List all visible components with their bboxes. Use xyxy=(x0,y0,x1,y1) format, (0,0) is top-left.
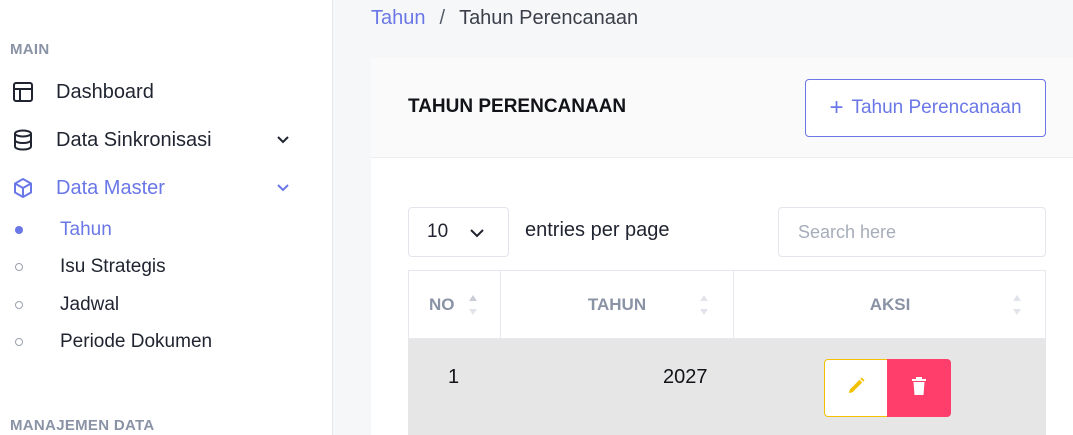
bullet-outline-icon xyxy=(14,300,24,310)
column-header-label: AKSI xyxy=(869,295,911,314)
add-button-label: Tahun Perencanaan xyxy=(851,97,1022,118)
main-card: TAHUN PERENCANAAN + Tahun Perencanaan 10… xyxy=(371,58,1073,435)
section-title-manajemen-data: MANAJEMEN DATA xyxy=(10,417,155,434)
chevron-down-icon xyxy=(274,179,292,197)
column-header-tahun[interactable]: TAHUN xyxy=(500,271,733,339)
sidebar-item-data-sinkronisasi[interactable]: Data Sinkronisasi xyxy=(10,125,300,155)
sidebar-item-label: Data Sinkronisasi xyxy=(56,128,212,151)
card-header: TAHUN PERENCANAAN + Tahun Perencanaan xyxy=(371,58,1073,158)
sort-icon xyxy=(1012,293,1022,317)
sidebar-subitem-tahun[interactable]: Tahun xyxy=(14,216,112,244)
cell-no: 1 xyxy=(448,366,460,388)
bullet-outline-icon xyxy=(14,262,24,272)
sidebar-item-label: Data Master xyxy=(56,176,165,199)
breadcrumb-link-tahun[interactable]: Tahun xyxy=(371,7,426,30)
search-input[interactable] xyxy=(778,207,1046,257)
column-header-aksi[interactable]: AKSI xyxy=(733,271,1046,339)
sidebar-item-dashboard[interactable]: Dashboard xyxy=(10,77,300,107)
entries-label: entries per page xyxy=(525,219,670,241)
plus-icon: + xyxy=(829,94,844,121)
bullet-outline-icon xyxy=(14,337,24,347)
add-tahun-perencanaan-button[interactable]: + Tahun Perencanaan xyxy=(805,79,1046,137)
sidebar-subitem-isu-strategis[interactable]: Isu Strategis xyxy=(14,253,166,281)
bullet-filled-icon xyxy=(14,225,24,235)
database-icon xyxy=(10,127,36,153)
sort-icon xyxy=(468,293,478,317)
column-header-no[interactable]: NO xyxy=(409,271,500,339)
trash-icon xyxy=(910,376,928,401)
table-row: 1 2027 xyxy=(408,339,1046,435)
table-header: NO TAHUN AKSI xyxy=(408,270,1046,339)
sidebar-subitem-label: Tahun xyxy=(60,219,112,240)
column-header-label: TAHUN xyxy=(587,295,647,314)
page-title: TAHUN PERENCANAAN xyxy=(408,96,627,117)
pencil-icon xyxy=(846,376,866,401)
delete-button[interactable] xyxy=(887,359,951,417)
sidebar-subitem-label: Jadwal xyxy=(60,294,120,315)
sidebar-subitem-jadwal[interactable]: Jadwal xyxy=(14,291,119,319)
sidebar-subitem-label: Periode Dokumen xyxy=(60,331,213,352)
sidebar-subitem-label: Isu Strategis xyxy=(60,256,166,277)
entries-per-page-select[interactable]: 10 xyxy=(408,207,509,257)
chevron-down-icon xyxy=(274,131,292,149)
sidebar-item-data-master[interactable]: Data Master xyxy=(10,173,300,203)
breadcrumb-separator: / xyxy=(439,6,446,29)
data-table: NO TAHUN AKSI 1 2027 xyxy=(408,270,1046,435)
section-title-main: MAIN xyxy=(10,41,50,58)
column-header-label: NO xyxy=(429,295,455,314)
sidebar-subitem-periode-dokumen[interactable]: Periode Dokumen xyxy=(14,328,212,356)
edit-button[interactable] xyxy=(824,359,888,417)
cube-icon xyxy=(10,175,36,201)
layout-icon xyxy=(10,79,36,105)
sidebar: MAIN Dashboard Data Sinkronisasi Data Ma… xyxy=(0,0,333,435)
cell-tahun: 2027 xyxy=(663,366,708,388)
chevron-down-icon xyxy=(468,224,486,242)
sidebar-item-label: Dashboard xyxy=(56,80,154,103)
sort-icon xyxy=(699,293,709,317)
breadcrumb-current: Tahun Perencanaan xyxy=(459,6,639,29)
entries-value: 10 xyxy=(427,221,449,242)
breadcrumb: Tahun / Tahun Perencanaan xyxy=(371,6,638,30)
